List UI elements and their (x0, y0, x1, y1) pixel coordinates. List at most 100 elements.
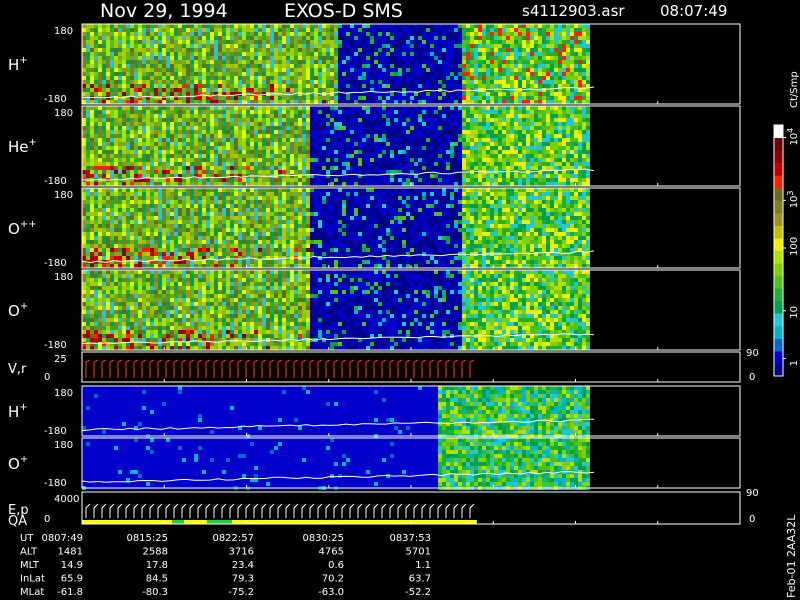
heatmap-cell (118, 154, 122, 158)
heatmap-cell (482, 68, 486, 72)
heatmap-cell (130, 130, 134, 134)
heatmap-cell (342, 44, 346, 48)
heatmap-cell (354, 48, 358, 52)
heatmap-cell (406, 56, 410, 60)
heatmap-cell (126, 134, 130, 138)
heatmap-cell (318, 114, 322, 118)
heatmap-cell (302, 130, 306, 134)
heatmap-cell (82, 36, 86, 40)
heatmap-cell (290, 154, 294, 158)
heatmap-cell (522, 134, 526, 138)
heatmap-cell (130, 32, 134, 36)
heatmap-cell (542, 146, 546, 150)
heatmap-cell (390, 134, 394, 138)
heatmap-cell (326, 48, 330, 52)
heatmap-cell (538, 114, 542, 118)
heatmap-cell (546, 48, 550, 52)
heatmap-cell (514, 52, 518, 56)
heatmap-cell (474, 126, 478, 130)
heatmap-cell (218, 88, 222, 92)
heatmap-cell (470, 114, 474, 118)
heatmap-cell (138, 88, 142, 92)
heatmap-cell (102, 170, 106, 174)
heatmap-cell (262, 68, 266, 72)
heatmap-cell (534, 134, 538, 138)
heatmap-cell (306, 60, 310, 64)
heatmap-cell (138, 118, 142, 122)
heatmap-cell (474, 72, 478, 76)
heatmap-cell (194, 118, 198, 122)
heatmap-cell (254, 106, 258, 110)
heatmap-cell (114, 36, 118, 40)
heatmap-cell (446, 36, 450, 40)
heatmap-cell (538, 28, 542, 32)
heatmap-cell (478, 106, 482, 110)
heatmap-cell (270, 36, 274, 40)
heatmap-cell (406, 170, 410, 174)
heatmap-cell (338, 56, 342, 60)
heatmap-cell (154, 52, 158, 56)
heatmap-cell (534, 130, 538, 134)
heatmap-cell (194, 84, 198, 88)
heatmap-cell (198, 60, 202, 64)
heatmap-cell (166, 138, 170, 142)
panels-group: H+180-180He+180-180O++180-180O+180-180V,… (8, 23, 759, 529)
heatmap-cell (94, 100, 98, 104)
heatmap-cell (502, 28, 506, 32)
heatmap-cell (86, 92, 90, 96)
heatmap-cell (238, 158, 242, 162)
heatmap-cell (94, 138, 98, 142)
heatmap-cell (478, 138, 482, 142)
heatmap-cell (454, 64, 458, 68)
heatmap-cell (450, 44, 454, 48)
heatmap-cell (246, 48, 250, 52)
heatmap-cell (398, 134, 402, 138)
heatmap-cell (290, 150, 294, 154)
heatmap-cell (542, 182, 546, 186)
heatmap-cell (238, 52, 242, 56)
heatmap-cell (446, 72, 450, 76)
heatmap-cell (302, 178, 306, 182)
heatmap-cell (526, 134, 530, 138)
heatmap-cell (322, 134, 326, 138)
heatmap-cell (246, 80, 250, 84)
heatmap-cell (290, 114, 294, 118)
heatmap-cell (134, 24, 138, 28)
heatmap-cell (146, 170, 150, 174)
heatmap-cell (114, 40, 118, 44)
heatmap-cell (426, 100, 430, 104)
heatmap-cell (234, 134, 238, 138)
heatmap-cell (398, 118, 402, 122)
heatmap-cell (118, 24, 122, 28)
heatmap-cell (250, 134, 254, 138)
heatmap-cell (138, 182, 142, 186)
heatmap-cell (186, 154, 190, 158)
heatmap-cell (478, 60, 482, 64)
heatmap-cell (218, 110, 222, 114)
heatmap-cell (490, 48, 494, 52)
heatmap-cell (418, 130, 422, 134)
heatmap-cell (402, 36, 406, 40)
heatmap-cell (274, 80, 278, 84)
heatmap-cell (474, 44, 478, 48)
heatmap-cell (322, 48, 326, 52)
heatmap-cell (90, 138, 94, 142)
heatmap-cell (166, 182, 170, 186)
heatmap-cell (414, 106, 418, 110)
heatmap-cell (218, 80, 222, 84)
heatmap-cell (438, 174, 442, 178)
heatmap-cell (470, 68, 474, 72)
heatmap-cell (338, 150, 342, 154)
heatmap-cell (102, 134, 106, 138)
heatmap-cell (486, 88, 490, 92)
heatmap-cell (250, 80, 254, 84)
heatmap-cell (534, 118, 538, 122)
heatmap-cell (138, 36, 142, 40)
heatmap-cell (266, 60, 270, 64)
heatmap-cell (158, 88, 162, 92)
heatmap-cell (170, 48, 174, 52)
heatmap-cell (346, 142, 350, 146)
heatmap-cell (550, 106, 554, 110)
heatmap-cell (410, 146, 414, 150)
heatmap-cell (434, 178, 438, 182)
